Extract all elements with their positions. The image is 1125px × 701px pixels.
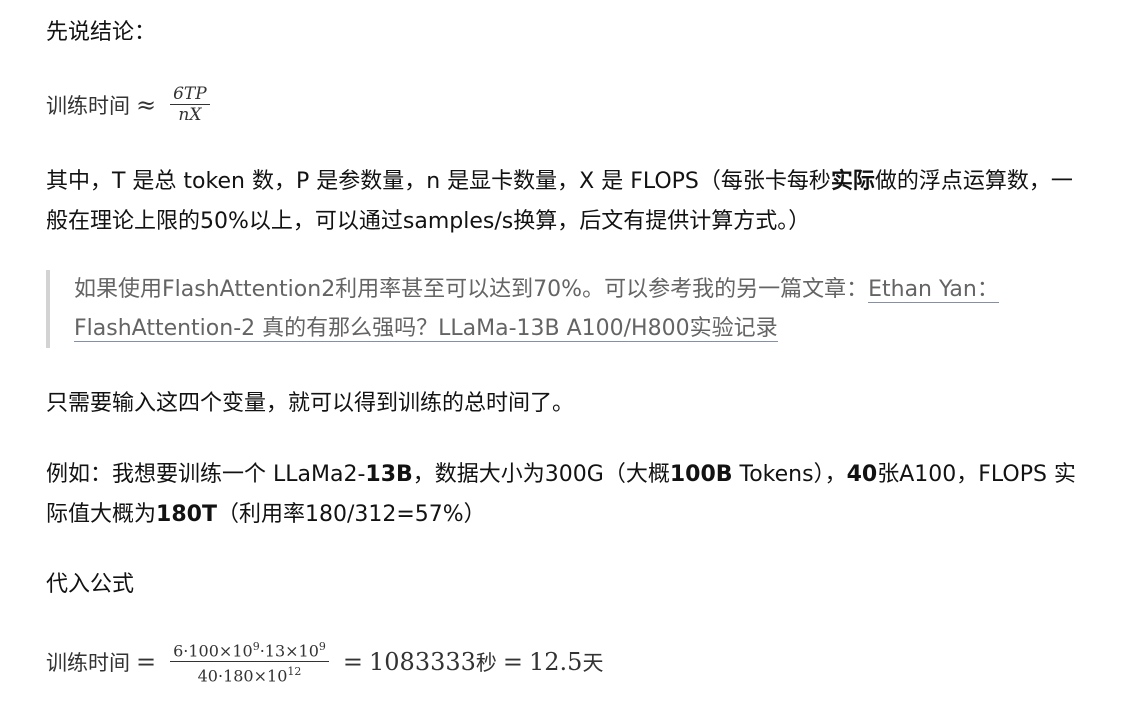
example-text-2: ，数据大小为300G（大概 xyxy=(412,462,670,487)
variables-explanation: 其中，T 是总 token 数，P 是参数量，n 是显卡数量，X 是 FLOPS… xyxy=(46,162,1076,242)
quote-block: 如果使用FlashAttention2利用率甚至可以达到70%。可以参考我的另一… xyxy=(46,270,1104,348)
approx-symbol: ≈ xyxy=(136,90,157,119)
example-text-1: 例如：我想要训练一个 LLaMa2- xyxy=(46,462,366,487)
fraction-numerator: 6TP xyxy=(173,84,207,104)
conclusion-heading: 先说结论： xyxy=(46,20,157,45)
denominator-exp-a: 12 xyxy=(287,665,302,679)
numerator-part-b: ·13×10 xyxy=(259,641,319,661)
formula-fraction: 6TP nX xyxy=(170,84,210,125)
four-variables-note: 只需要输入这四个变量，就可以得到训练的总时间了。 xyxy=(46,391,575,416)
formula-time-approx: 训练时间 ≈ 6TP nX xyxy=(46,84,218,125)
substitute-heading: 代入公式 xyxy=(46,572,135,597)
seconds-unit: 秒 xyxy=(475,650,497,675)
explanation-text-1: 其中，T 是总 token 数，P 是参数量，n 是显卡数量，X 是 FLOPS… xyxy=(46,169,831,194)
numerator-exp-a: 9 xyxy=(252,640,260,653)
example-model-size: 13B xyxy=(365,462,413,487)
numerator-part-a: 6·100×10 xyxy=(173,641,253,661)
fraction-denominator: 40·180×1012 xyxy=(195,662,305,686)
result-seconds-value: 1083333 xyxy=(369,647,476,676)
equals-symbol: = xyxy=(136,647,157,676)
example-text-3: Tokens）， xyxy=(732,462,847,487)
days-unit: 天 xyxy=(582,650,604,675)
example-gpu-count: 40 xyxy=(846,462,878,487)
formula-time-result: 训练时间 = 6·100×109·13×109 40·180×1012 = 10… xyxy=(46,637,603,687)
numerator-exp-b: 9 xyxy=(318,640,326,653)
equals-symbol: = xyxy=(342,647,364,676)
example-paragraph: 例如：我想要训练一个 LLaMa2-13B，数据大小为300G（大概100B T… xyxy=(46,455,1076,535)
fraction-numerator: 6·100×109·13×109 xyxy=(170,637,329,661)
fraction-denominator: nX xyxy=(178,105,202,125)
formula-label: 训练时间 xyxy=(46,93,130,118)
formula-label: 训练时间 xyxy=(46,650,130,675)
result-days-value: 12.5 xyxy=(529,647,583,676)
example-text-5: （利用率180/312=57%） xyxy=(216,502,486,527)
denominator-part-a: 40·180×10 xyxy=(197,666,288,686)
explanation-bold: 实际 xyxy=(830,169,875,194)
equals-symbol: = xyxy=(502,647,524,676)
quote-text: 如果使用FlashAttention2利用率甚至可以达到70%。可以参考我的另一… xyxy=(74,277,869,302)
result-fraction: 6·100×109·13×109 40·180×1012 xyxy=(170,637,329,687)
article-body: 先说结论： 训练时间 ≈ 6TP nX 其中，T 是总 token 数，P 是参… xyxy=(0,0,1125,701)
example-tokens: 100B xyxy=(669,462,733,487)
example-flops: 180T xyxy=(156,502,217,527)
